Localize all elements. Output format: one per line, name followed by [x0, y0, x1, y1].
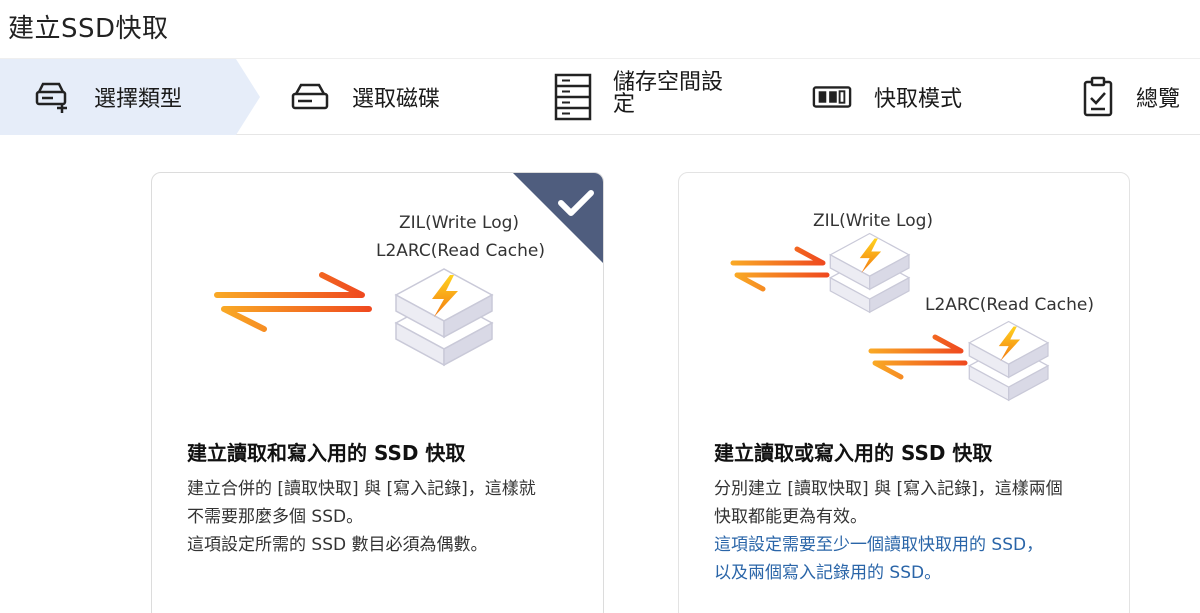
- illustration-label-zil: ZIL(Write Log): [399, 213, 520, 233]
- card-title: 建立讀取或寫入用的 SSD 快取: [714, 441, 993, 465]
- card-requirement-note: 這項設定需要至少一個讀取快取用的 SSD，: [714, 535, 1044, 555]
- card-desc-line: 建立合併的 [讀取快取] 與 [寫入記錄]，這樣就: [187, 479, 536, 499]
- card-requirement-note: 以及兩個寫入記錄用的 SSD。: [714, 563, 942, 583]
- ssd-separate-illustration: [730, 232, 1049, 401]
- page-title: 建立SSD快取: [8, 14, 169, 44]
- step-cache-mode[interactable]: 快取模式: [812, 59, 962, 135]
- clipboard-check-icon: [1078, 76, 1118, 117]
- step-label: 選取磁碟: [352, 87, 441, 112]
- step-select-disk[interactable]: 選取磁碟: [290, 59, 440, 135]
- disk-icon: [290, 77, 330, 117]
- step-select-type[interactable]: 選擇類型: [32, 59, 182, 135]
- card-desc-line: 不需要那麼多個 SSD。: [187, 507, 364, 527]
- card-description: 建立合併的 [讀取快取] 與 [寫入記錄]，這樣就 不需要那麼多個 SSD。 這…: [187, 475, 587, 559]
- step-label: 選擇類型: [94, 87, 183, 112]
- cache-mode-icon: [812, 77, 852, 117]
- option-card-separate-cache[interactable]: ZIL(Write Log) L2ARC(Read Cache) 建立讀取或寫入…: [678, 172, 1130, 613]
- card-description: 分別建立 [讀取快取] 與 [寫入記錄]，這樣兩個 快取都能更為有效。 這項設定…: [714, 475, 1114, 587]
- step-label: 總覽: [1136, 87, 1181, 112]
- illustration-label-l2arc: L2ARC(Read Cache): [925, 295, 1095, 315]
- step-label: 快取模式: [874, 87, 963, 112]
- card-desc-line: 快取都能更為有效。: [714, 507, 867, 527]
- card-desc-line: 這項設定所需的 SSD 數目必須為偶數。: [187, 535, 488, 555]
- step-label: 儲存空間設定: [613, 70, 724, 117]
- card-title: 建立讀取和寫入用的 SSD 快取: [187, 441, 466, 465]
- step-summary[interactable]: 總覽: [1078, 59, 1180, 135]
- ssd-combined-illustration: [214, 268, 493, 366]
- illustration-label-l2arc: L2ARC(Read Cache): [376, 241, 546, 261]
- storage-rack-icon: [553, 73, 593, 121]
- wizard-stepper: 選擇類型 選取磁碟 儲存空間設定 快取模式 總覽: [0, 58, 1200, 135]
- option-card-combined-cache[interactable]: ZIL(Write Log) L2ARC(Read Cache) 建立讀取和寫入…: [151, 172, 604, 613]
- ssd-add-icon: [32, 77, 72, 117]
- step-storage-settings[interactable]: 儲存空間設定: [553, 59, 738, 135]
- card-desc-line: 分別建立 [讀取快取] 與 [寫入記錄]，這樣兩個: [714, 479, 1063, 499]
- illustration-label-zil: ZIL(Write Log): [813, 211, 934, 231]
